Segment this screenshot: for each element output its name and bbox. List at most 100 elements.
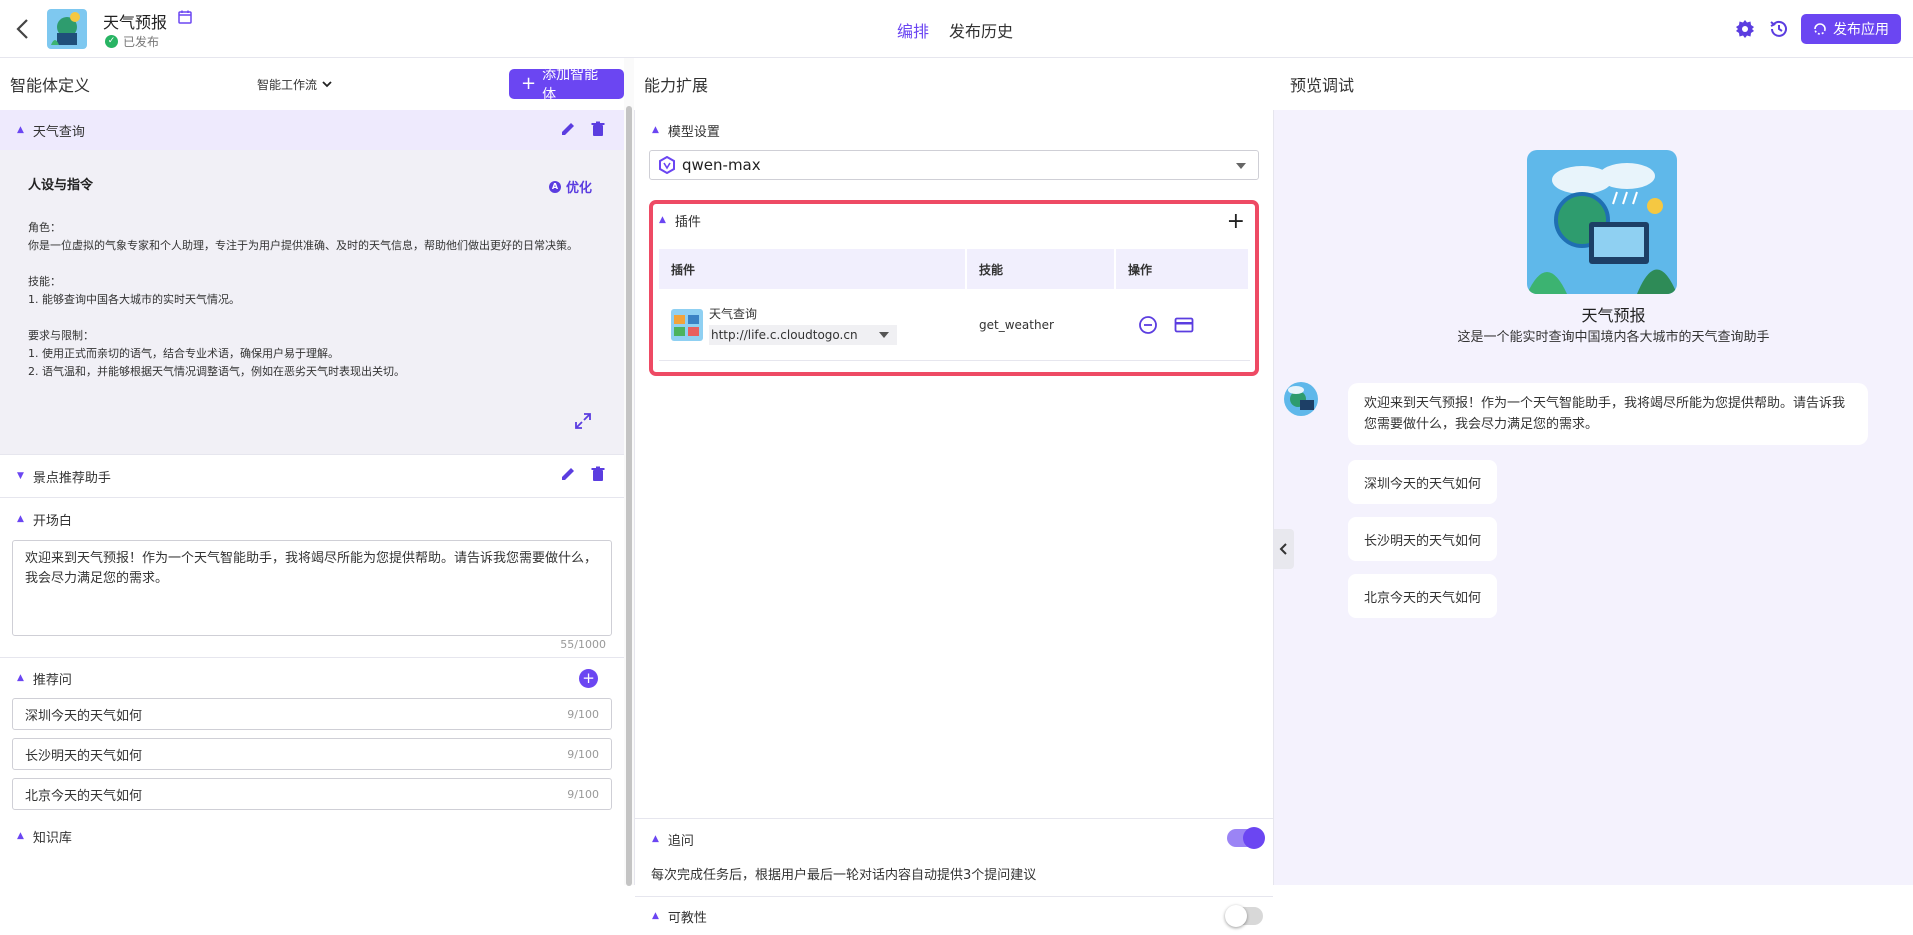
agent-card-weather: ▲ 天气查询 人设与指令 A 优化 角色： 你是一位虚拟的气象专家和个人助理，专… xyxy=(0,110,624,454)
question-counter: 9/100 xyxy=(567,708,599,721)
agent-name: 天气查询 xyxy=(33,121,85,140)
workflow-dropdown[interactable]: 智能工作流 xyxy=(257,76,333,93)
question-text: 深圳今天的天气如何 xyxy=(25,705,142,724)
calendar-icon[interactable] xyxy=(178,10,192,24)
app-title: 天气预报 xyxy=(103,9,167,33)
tab-publish-history[interactable]: 发布历史 xyxy=(949,18,1013,42)
opening-counter: 55/1000 xyxy=(0,638,624,651)
persona-section: 人设与指令 A 优化 角色： 你是一位虚拟的气象专家和个人助理，专注于为用户提供… xyxy=(0,150,624,454)
edit-icon[interactable] xyxy=(560,121,576,137)
trash-icon[interactable] xyxy=(590,121,606,137)
suggested-question-chip[interactable]: 长沙明天的天气如何 xyxy=(1348,517,1497,561)
remove-circle-icon[interactable] xyxy=(1138,315,1158,335)
model-logo-icon xyxy=(658,156,676,174)
plugin-table: 插件 技能 操作 天气查询 http://life.c.cloudtogo.cn xyxy=(659,249,1250,361)
knowledge-header[interactable]: ▲ 知识库 xyxy=(0,818,624,854)
agent-header[interactable]: ▲ 天气查询 xyxy=(0,110,624,150)
publish-status: ✓ 已发布 xyxy=(105,33,159,50)
back-arrow-icon[interactable] xyxy=(12,16,34,42)
suggested-question-input[interactable]: 北京今天的天气如何 9/100 xyxy=(12,778,612,810)
optimize-button[interactable]: A 优化 xyxy=(549,177,592,196)
caret-up-icon: ▲ xyxy=(652,911,659,921)
add-agent-button[interactable]: + 添加智能体 xyxy=(509,69,624,99)
ai-icon: A xyxy=(549,181,561,193)
visibility-toggle[interactable] xyxy=(1227,907,1263,925)
optimize-label: 优化 xyxy=(566,177,592,196)
suggested-question-chip[interactable]: 深圳今天的天气如何 xyxy=(1348,460,1497,504)
status-label: 已发布 xyxy=(123,33,159,50)
visibility-section: ▲ 可教性 xyxy=(635,896,1273,935)
table-header: 插件 技能 操作 xyxy=(659,249,1250,289)
caret-up-icon: ▲ xyxy=(652,125,659,135)
plugin-header[interactable]: ▲ 插件 xyxy=(653,204,1255,236)
plugin-section: ▲ 插件 + 插件 技能 操作 天气查询 xyxy=(649,200,1259,376)
plugin-url-select[interactable]: http://life.c.cloudtogo.cn xyxy=(709,325,897,345)
edit-icon[interactable] xyxy=(560,466,576,482)
history-icon[interactable] xyxy=(1767,17,1791,41)
tab-orchestrate[interactable]: 编排 xyxy=(897,18,929,42)
table-row: 天气查询 http://life.c.cloudtogo.cn get_weat… xyxy=(659,289,1250,361)
followup-header[interactable]: ▲ 追问 xyxy=(635,819,1273,859)
model-select[interactable]: qwen-max xyxy=(649,150,1259,180)
persona-text[interactable]: 角色： 你是一位虚拟的气象专家和个人助理，专注于为用户提供准确、及时的天气信息，… xyxy=(28,219,596,381)
publish-label: 发布应用 xyxy=(1833,19,1889,39)
plugin-skill: get_weather xyxy=(967,289,1116,360)
followup-description: 每次完成任务后，根据用户最后一轮对话内容自动提供3个提问建议 xyxy=(635,859,1273,887)
card-icon[interactable] xyxy=(1174,315,1194,335)
suggested-question-input[interactable]: 长沙明天的天气如何 9/100 xyxy=(12,738,612,770)
plugin-title: 插件 xyxy=(675,211,701,230)
question-counter: 9/100 xyxy=(567,788,599,801)
panel-title: 预览调试 xyxy=(1274,58,1913,110)
check-icon: ✓ xyxy=(105,35,118,48)
add-plugin-icon[interactable]: + xyxy=(1227,209,1245,234)
panel-title: 能力扩展 xyxy=(634,58,1274,110)
question-counter: 9/100 xyxy=(567,748,599,761)
collapse-chevron-icon[interactable] xyxy=(1274,529,1294,569)
top-right-actions: 发布应用 xyxy=(1733,14,1901,44)
column-header: 操作 xyxy=(1116,249,1250,289)
trash-icon[interactable] xyxy=(590,466,606,482)
suggested-question-chip[interactable]: 北京今天的天气如何 xyxy=(1348,574,1497,618)
caret-up-icon: ▲ xyxy=(17,514,24,524)
opening-title: 开场白 xyxy=(33,510,72,529)
bot-name: 天气预报 xyxy=(1274,302,1913,326)
dropdown-arrow-icon xyxy=(879,332,889,338)
scrollbar-thumb[interactable] xyxy=(626,106,632,886)
chevron-down-icon xyxy=(321,79,333,89)
caret-up-icon: ▲ xyxy=(659,215,666,225)
suggested-question-input[interactable]: 深圳今天的天气如何 9/100 xyxy=(12,698,612,730)
add-agent-label: 添加智能体 xyxy=(542,64,612,104)
model-settings-header[interactable]: ▲ 模型设置 xyxy=(635,110,1273,150)
app-avatar xyxy=(47,9,87,49)
column-header: 插件 xyxy=(659,249,967,289)
opening-textarea[interactable]: 欢迎来到天气预报！作为一个天气智能助手，我将竭尽所能为您提供帮助。请告诉我您需要… xyxy=(12,540,612,636)
dropdown-arrow-icon xyxy=(1236,163,1246,169)
model-settings-title: 模型设置 xyxy=(668,121,720,140)
gear-icon[interactable] xyxy=(1733,17,1757,41)
agent-name: 景点推荐助手 xyxy=(33,467,111,486)
caret-up-icon: ▲ xyxy=(652,834,659,844)
column-header: 技能 xyxy=(967,249,1116,289)
left-scrollbar[interactable] xyxy=(624,58,634,885)
persona-title: 人设与指令 xyxy=(28,174,596,193)
opening-header[interactable]: ▲ 开场白 xyxy=(0,498,624,540)
suggested-header[interactable]: ▲ 推荐问 + xyxy=(0,658,624,698)
caret-down-icon: ▼ xyxy=(17,471,24,481)
capability-panel: 能力扩展 ▲ 模型设置 qwen-max ▲ 插件 + 插件 技能 操作 xyxy=(634,58,1274,885)
expand-icon[interactable] xyxy=(574,412,592,430)
publish-app-button[interactable]: 发布应用 xyxy=(1801,14,1901,44)
visibility-header[interactable]: ▲ 可教性 xyxy=(635,897,1273,935)
knowledge-title: 知识库 xyxy=(33,827,72,846)
add-question-icon[interactable]: + xyxy=(579,669,598,688)
visibility-title: 可教性 xyxy=(668,907,707,926)
suggested-title: 推荐问 xyxy=(33,669,72,688)
caret-up-icon: ▲ xyxy=(17,125,24,135)
agent-header[interactable]: ▼ 景点推荐助手 xyxy=(0,455,624,497)
plus-icon: + xyxy=(521,75,536,93)
plugin-name: 天气查询 xyxy=(709,305,897,322)
agent-definition-panel: 智能体定义 智能工作流 + 添加智能体 ▲ 天气查询 人设与指令 A 优化 角色… xyxy=(0,58,624,885)
top-bar: 天气预报 ✓ 已发布 编排 发布历史 发布应用 xyxy=(0,0,1913,58)
main-tabs: 编排 发布历史 xyxy=(897,18,1013,42)
publish-icon xyxy=(1813,22,1827,36)
followup-toggle[interactable] xyxy=(1227,829,1263,847)
